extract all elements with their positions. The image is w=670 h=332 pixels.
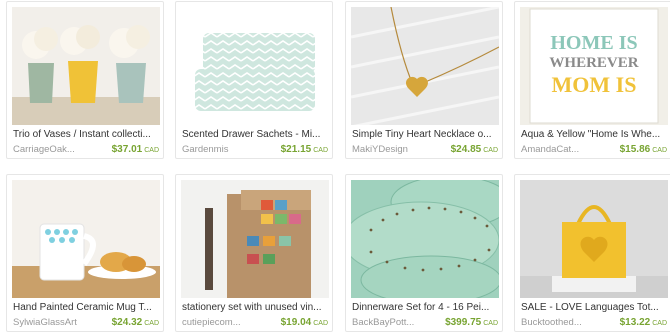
listing-card[interactable]: Dinnerware Set for 4 - 16 Pei... BackBay… (345, 174, 503, 332)
shop-name[interactable]: cutiepiecom... (182, 317, 272, 328)
listing-title[interactable]: Hand Painted Ceramic Mug T... (13, 302, 161, 313)
stationery-image[interactable] (181, 180, 329, 298)
necklace-image[interactable] (351, 7, 499, 125)
listing-title[interactable]: stationery set with unused vin... (182, 302, 330, 313)
listing-price: $13.22 CAD (619, 317, 667, 328)
listing-price: $24.32 CAD (111, 317, 159, 328)
listing-card[interactable]: Hand Painted Ceramic Mug T... SylwiaGlas… (6, 174, 164, 332)
listing-title[interactable]: Dinnerware Set for 4 - 16 Pei... (352, 302, 500, 313)
listing-card[interactable]: Trio of Vases / Instant collecti... Carr… (6, 1, 164, 159)
dinnerware-image[interactable] (351, 180, 499, 298)
sachets-image[interactable] (181, 7, 329, 125)
listing-title[interactable]: SALE - LOVE Languages Tot... (521, 302, 669, 313)
listing-price: $24.85 CAD (450, 144, 498, 155)
listing-price: $21.15 CAD (280, 144, 328, 155)
shop-name[interactable]: Gardenmis (182, 144, 272, 155)
listing-card[interactable]: stationery set with unused vin... cutiep… (175, 174, 333, 332)
print-image[interactable]: HOME IS WHEREVER MOM IS (520, 7, 668, 125)
print-line-2: WHEREVER (549, 55, 639, 71)
listing-card[interactable]: HOME IS WHEREVER MOM IS Aqua & Yellow "H… (514, 1, 670, 159)
listing-card[interactable]: Simple Tiny Heart Necklace o... MakiYDes… (345, 1, 503, 159)
tote-image[interactable] (520, 180, 668, 298)
listing-price: $15.86 CAD (619, 144, 667, 155)
shop-name[interactable]: Bucktoothed... (521, 317, 611, 328)
print-line-3: MOM IS (551, 72, 637, 97)
listing-card[interactable]: SALE - LOVE Languages Tot... Bucktoothed… (514, 174, 670, 332)
mug-image[interactable] (12, 180, 160, 298)
listing-title[interactable]: Scented Drawer Sachets - Mi... (182, 129, 330, 140)
listing-title[interactable]: Simple Tiny Heart Necklace o... (352, 129, 500, 140)
listing-price: $37.01 CAD (111, 144, 159, 155)
shop-name[interactable]: SylwiaGlassArt (13, 317, 103, 328)
listing-price: $19.04 CAD (280, 317, 328, 328)
print-line-1: HOME IS (550, 32, 638, 54)
listing-grid: Trio of Vases / Instant collecti... Carr… (0, 0, 670, 332)
shop-name[interactable]: CarriageOak... (13, 144, 103, 155)
listing-card[interactable]: Scented Drawer Sachets - Mi... Gardenmis… (175, 1, 333, 159)
listing-title[interactable]: Trio of Vases / Instant collecti... (13, 129, 161, 140)
shop-name[interactable]: AmandaCat... (521, 144, 611, 155)
vases-image[interactable] (12, 7, 160, 125)
shop-name[interactable]: BackBayPott... (352, 317, 442, 328)
shop-name[interactable]: MakiYDesign (352, 144, 442, 155)
listing-price: $399.75 CAD (445, 317, 498, 328)
listing-title[interactable]: Aqua & Yellow "Home Is Whe... (521, 129, 669, 140)
